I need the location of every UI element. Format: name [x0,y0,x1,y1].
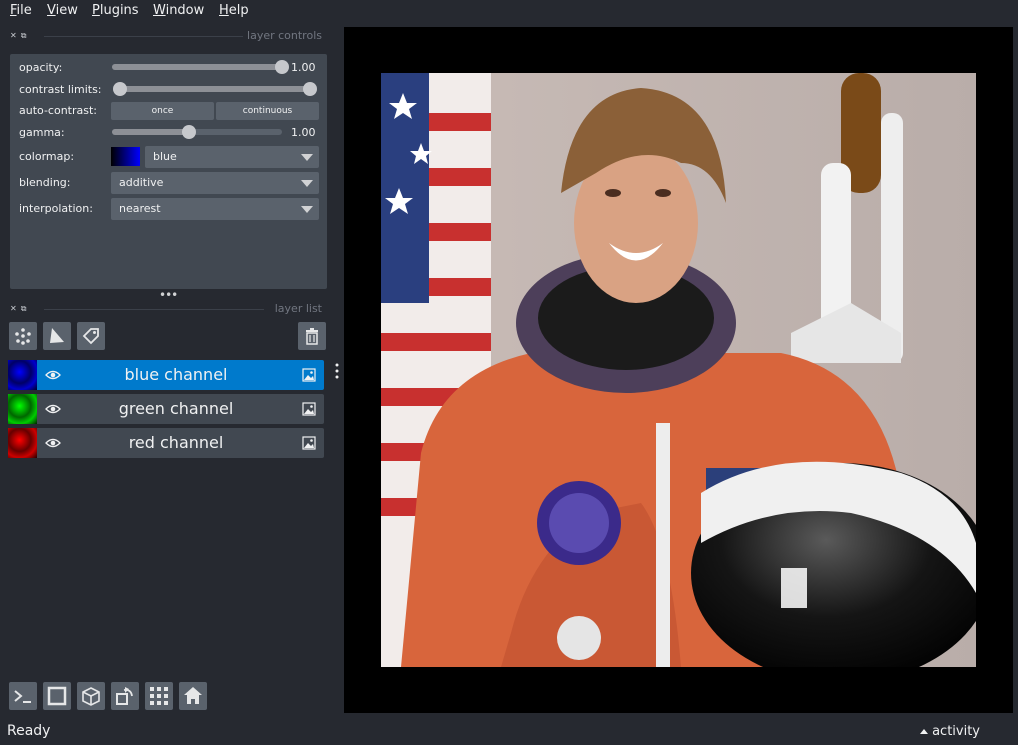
home-icon [184,687,202,704]
layer-row-blue-channel[interactable]: blue channel [8,360,324,390]
new-labels-layer-button[interactable] [77,322,105,350]
auto-contrast-once-button[interactable]: once [111,102,214,120]
layer-list-title: layer list [270,302,322,315]
menu-file[interactable]: File [10,3,32,18]
gamma-value: 1.00 [291,126,316,139]
interpolation-label: interpolation: [19,202,93,215]
layer-name: green channel [118,399,234,418]
menu-help[interactable]: Help [219,3,249,18]
cube-icon [82,687,100,706]
titlebar-divider [44,309,264,310]
layer-name: red channel [128,433,224,452]
image-layer-icon [302,402,316,416]
contrast-limits-label: contrast limits: [19,83,102,96]
menu-view[interactable]: View [47,3,78,18]
colormap-dropdown-value: blue [153,150,177,163]
shapes-icon [50,328,64,343]
console-button[interactable] [9,682,37,710]
roll-dimensions-button[interactable] [111,682,139,710]
roll-icon [116,687,133,705]
eye-icon[interactable] [45,435,61,451]
astronaut-image [381,73,976,667]
auto-contrast-continuous-button[interactable]: continuous [216,102,319,120]
grid-icon [150,687,168,705]
layer-controls-panel: opacity: 1.00 contrast limits: auto-cont… [10,54,327,289]
terminal-icon [14,690,31,703]
auto-contrast-label: auto-contrast: [19,104,98,117]
blending-dropdown[interactable]: additive [111,172,319,194]
new-shapes-layer-button[interactable] [43,322,71,350]
layer-row-red-channel[interactable]: red channel [8,428,324,458]
layer-thumbnail [8,428,37,458]
delete-layer-button[interactable] [298,322,326,350]
chevron-down-icon [301,154,313,161]
layer-controls-titlebar: ✕⧉ layer controls [0,29,322,43]
toggle-ndisplay-square-button[interactable] [43,682,71,710]
gamma-label: gamma: [19,126,65,139]
contrast-limits-fill [120,86,310,92]
eye-icon[interactable] [45,367,61,383]
interpolation-dropdown-value: nearest [119,202,161,215]
gamma-slider[interactable] [112,125,282,139]
activity-toggle[interactable]: activity [932,724,980,739]
reset-view-home-button[interactable] [179,682,207,710]
layer-controls-title: layer controls [243,29,322,42]
image-layer-icon [302,436,316,450]
toggle-3d-button[interactable] [77,682,105,710]
viewer-canvas[interactable] [344,27,1013,713]
chevron-down-icon [301,180,313,187]
titlebar-divider [44,36,244,37]
chevron-down-icon [301,206,313,213]
layer-name: blue channel [124,365,228,384]
kebab-menu-icon[interactable] [335,362,339,380]
interpolation-dropdown[interactable]: nearest [111,198,319,220]
gamma-slider-fill [112,129,189,135]
menu-plugins[interactable]: Plugins [92,3,139,18]
colormap-label: colormap: [19,150,75,163]
blending-label: blending: [19,176,71,189]
eye-icon[interactable] [45,401,61,417]
layer-thumbnail [8,394,37,424]
opacity-slider-handle[interactable] [275,60,289,74]
colormap-dropdown[interactable]: blue [145,146,319,168]
layer-thumbnail [8,360,37,390]
contrast-max-handle[interactable] [303,82,317,96]
status-bar: Ready activity [0,716,1018,745]
opacity-label: opacity: [19,61,63,74]
opacity-value: 1.00 [291,61,316,74]
status-text: Ready [7,723,51,739]
contrast-limits-slider[interactable] [113,82,317,96]
dock-float-close-icon[interactable]: ✕⧉ [10,31,30,41]
opacity-slider-fill [112,64,282,70]
gamma-slider-handle[interactable] [182,125,196,139]
new-points-layer-button[interactable] [9,322,37,350]
grid-mode-button[interactable] [145,682,173,710]
blending-dropdown-value: additive [119,176,164,189]
chevron-up-icon [920,729,928,734]
colormap-preview-swatch [111,147,140,166]
splitter-handle[interactable]: ••• [159,288,178,302]
menu-bar: File View Plugins Window Help [0,0,1018,24]
label-tag-icon [82,328,99,345]
layer-list-titlebar: ✕⧉ layer list [0,302,322,316]
trash-icon [306,328,318,345]
points-icon [15,328,31,345]
contrast-min-handle[interactable] [113,82,127,96]
opacity-slider[interactable] [112,60,289,74]
square-icon [47,686,67,706]
image-layer-icon [302,368,316,382]
dock-float-close-icon[interactable]: ✕⧉ [10,304,30,314]
menu-window[interactable]: Window [153,3,204,18]
layer-row-green-channel[interactable]: green channel [8,394,324,424]
